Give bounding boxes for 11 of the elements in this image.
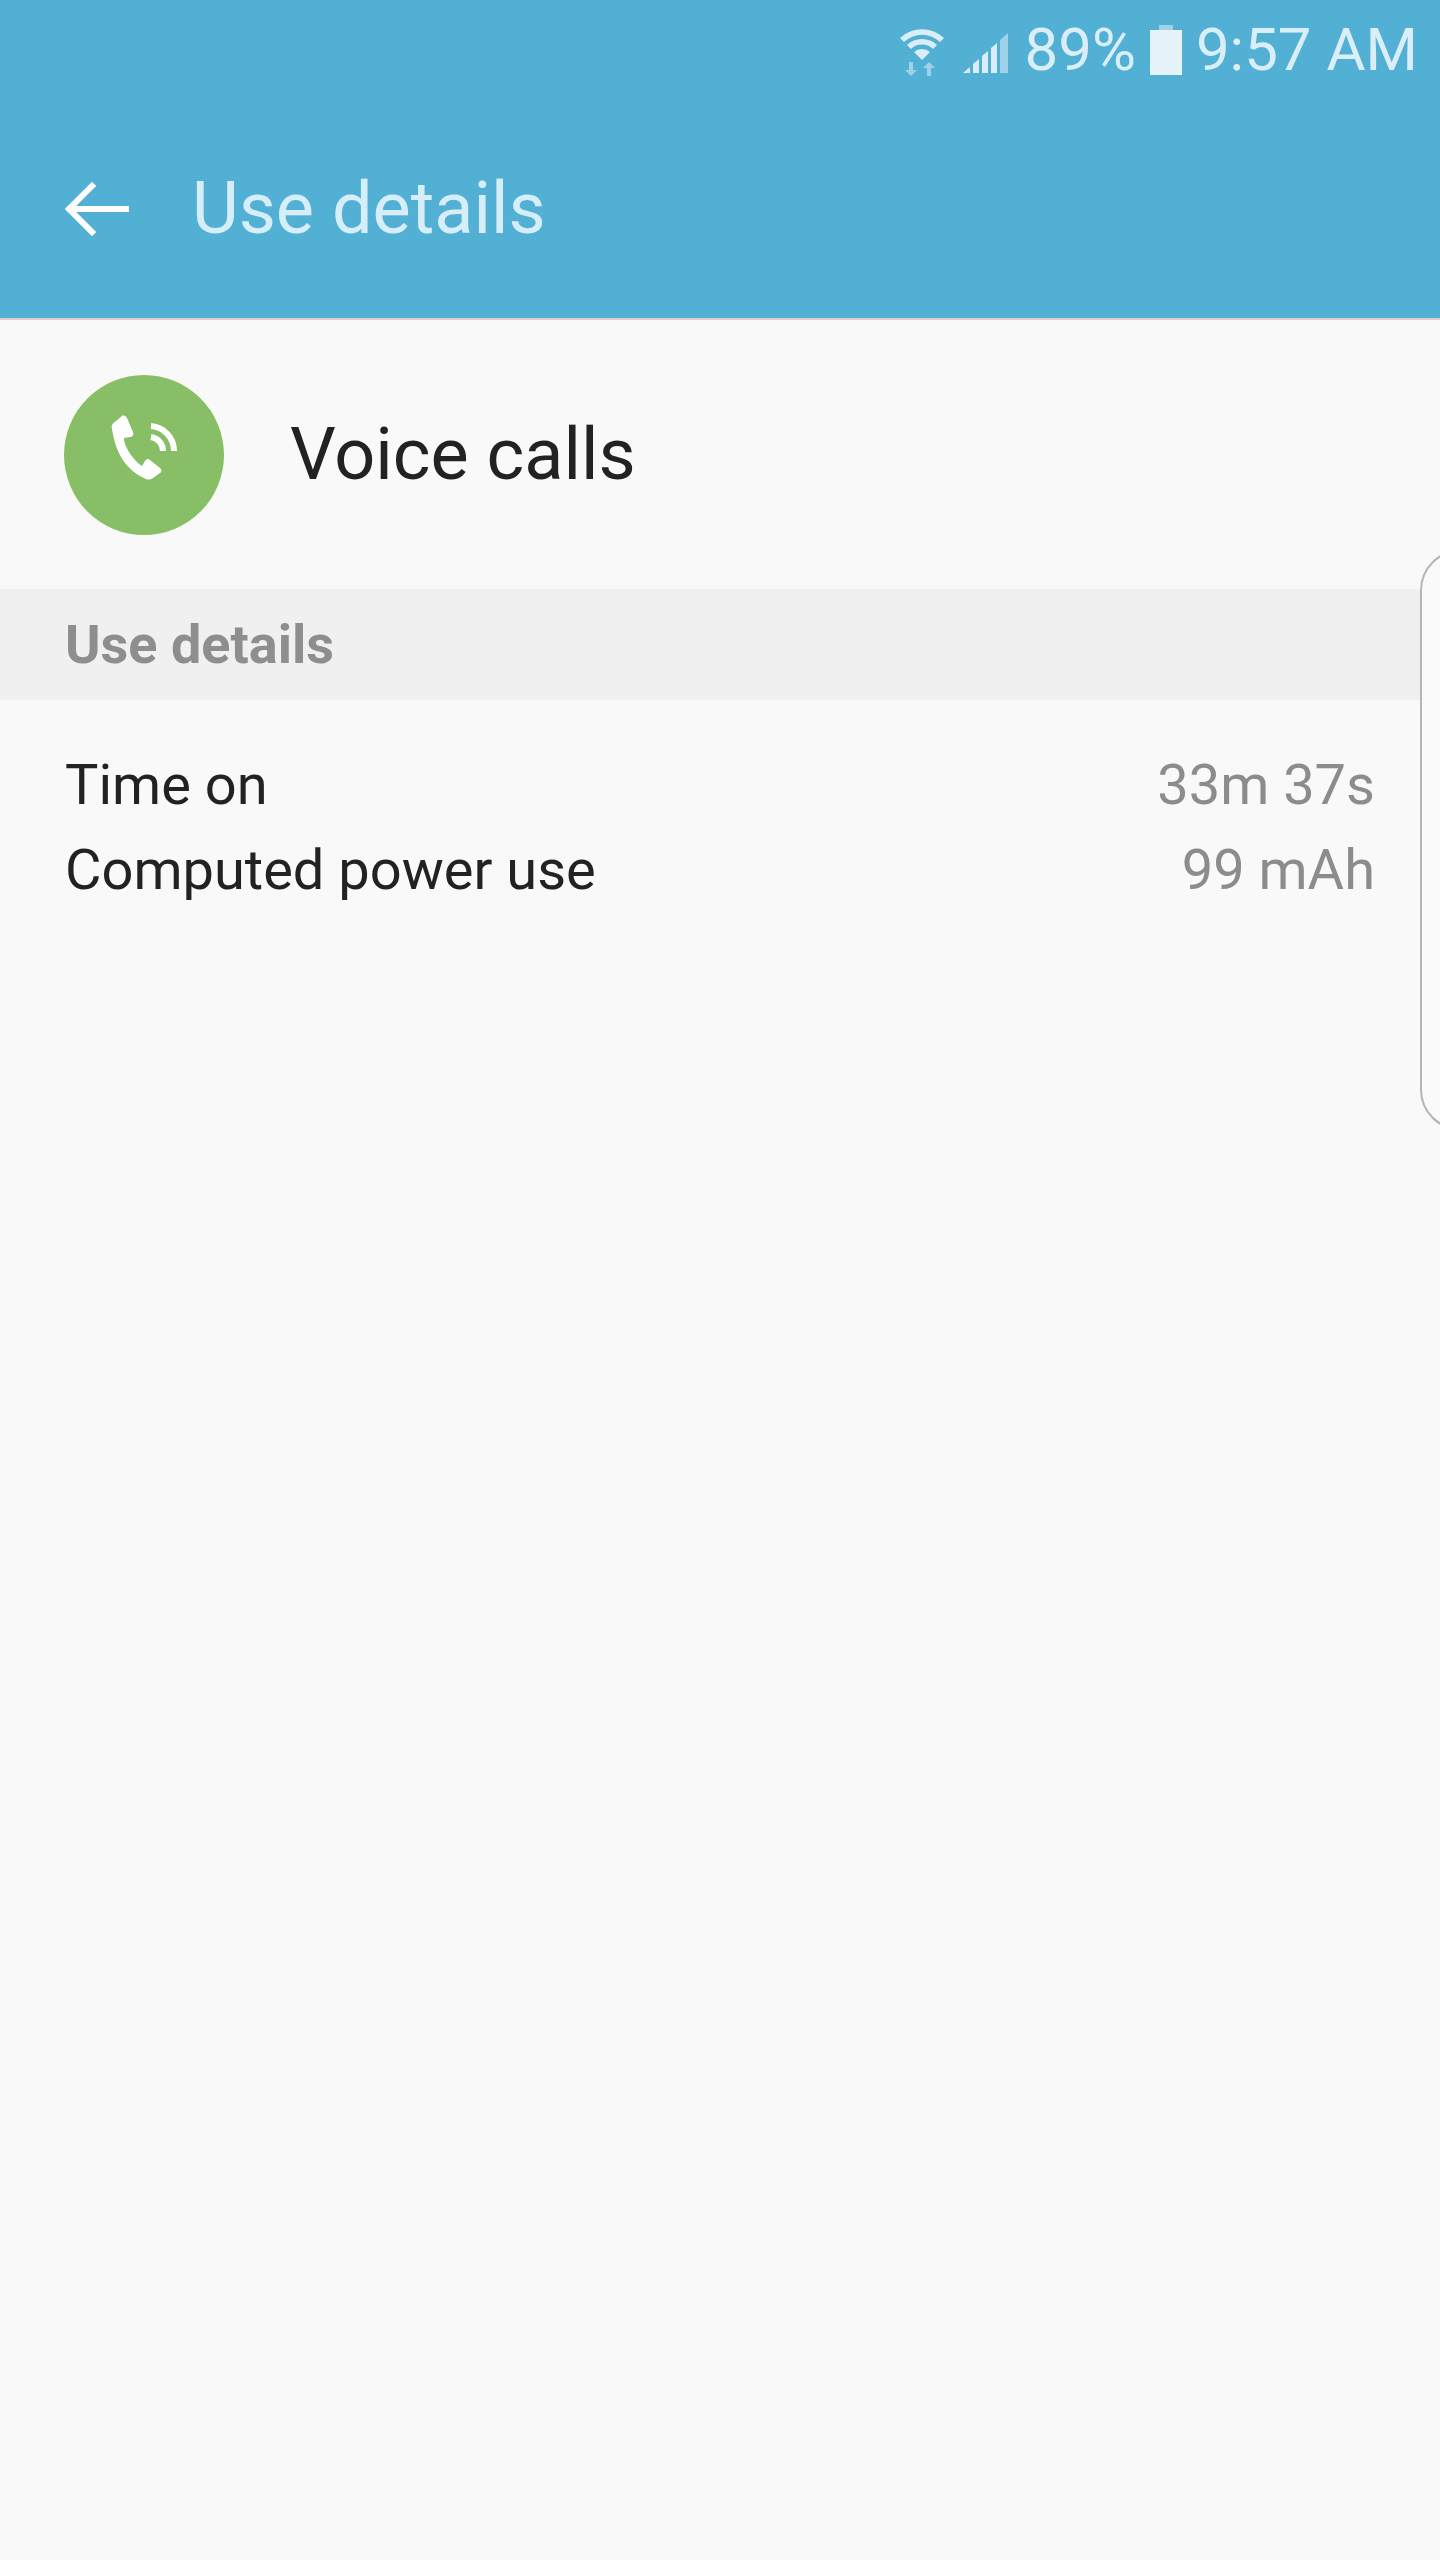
battery-icon xyxy=(1149,25,1182,75)
detail-value: 99 mAh xyxy=(1181,835,1375,905)
app-name: Voice calls xyxy=(290,410,636,499)
detail-label: Computed power use xyxy=(65,835,596,905)
phone-call-icon xyxy=(64,374,224,535)
battery-percent: 89% xyxy=(1024,20,1136,80)
section-title: Use details xyxy=(65,612,334,678)
detail-label: Time on xyxy=(65,750,268,820)
screen-title: Use details xyxy=(192,165,546,253)
detail-value: 33m 37s xyxy=(1157,750,1375,820)
clock: 9:57 AM xyxy=(1195,20,1418,80)
